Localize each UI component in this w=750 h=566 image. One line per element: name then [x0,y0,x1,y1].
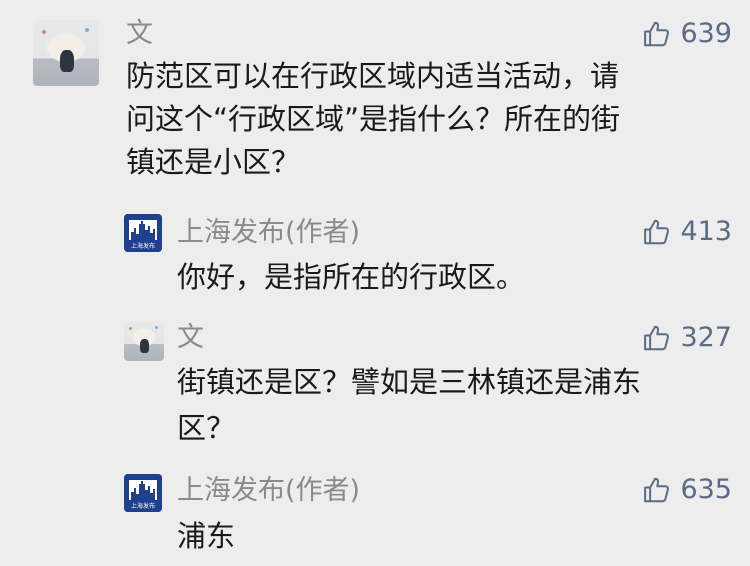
thumbs-up-icon [642,217,672,247]
comment-author[interactable]: 上海发布(作者) [177,217,360,249]
avatar[interactable] [33,20,99,86]
comment-line: 浦东 [177,519,236,553]
comment-author[interactable]: 上海发布(作者) [177,475,360,507]
svg-text:上海发布: 上海发布 [131,242,155,250]
like-button[interactable]: 327 [642,322,732,354]
comment-author[interactable]: 文 [126,18,153,50]
avatar[interactable] [124,321,164,361]
like-button[interactable]: 635 [642,474,732,506]
avatar[interactable]: 上海发布 [124,474,162,512]
shanghai-skyline-logo-icon: 上海发布 [124,214,162,252]
like-button[interactable]: 639 [642,18,732,50]
thumbs-up-icon [642,19,672,49]
comment-line: 区？ [177,411,236,445]
comment-author[interactable]: 文 [177,322,204,354]
like-count: 635 [680,474,732,505]
thumbs-up-icon [642,475,672,505]
thumbs-up-icon [642,323,672,353]
comment-line: 问这个“行政区域”是指什么？所在的街 [126,102,621,136]
comment-line: 防范区可以在行政区域内适当活动，请 [126,59,620,93]
comment-line: 镇还是小区？ [126,145,301,179]
like-count: 413 [680,216,732,247]
svg-text:上海发布: 上海发布 [131,502,155,510]
shanghai-skyline-logo-icon: 上海发布 [124,474,162,512]
like-button[interactable]: 413 [642,216,732,248]
like-count: 327 [680,322,732,353]
comment-line: 你好，是指所在的行政区。 [177,260,526,294]
like-count: 639 [680,18,732,49]
avatar[interactable]: 上海发布 [124,214,162,252]
comment-line: 街镇还是区？譬如是三林镇还是浦东 [177,365,642,399]
